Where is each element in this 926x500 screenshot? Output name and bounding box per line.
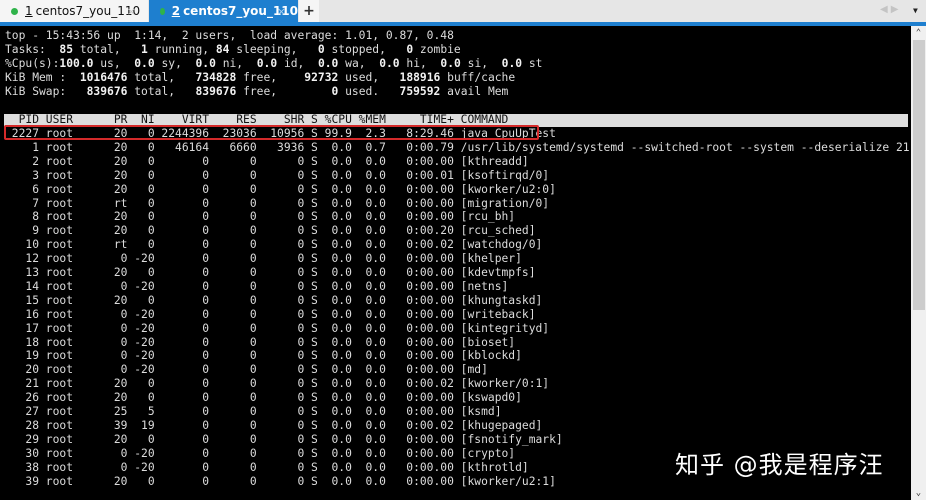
tab-menu-dropdown-icon[interactable]: ▼ [913,6,918,15]
tab-session-1[interactable]: 1 centos7_you_110 × [0,0,148,22]
uptime-line: top - 15:43:56 up 1:14, 2 users, load av… [5,29,454,42]
table-row: 38 root 0 -20 0 0 0 S 0.0 0.0 0:00.00 [k… [5,460,529,474]
scroll-thumb[interactable] [913,40,925,310]
connection-status-icon [160,7,165,15]
scroll-up-icon[interactable]: ⌃ [911,26,926,40]
table-row: 30 root 0 -20 0 0 0 S 0.0 0.0 0:00.00 [c… [5,446,516,460]
terminal-area[interactable]: top - 15:43:56 up 1:14, 2 users, load av… [0,26,911,500]
table-row: 26 root 20 0 0 0 0 S 0.0 0.0 0:00.00 [ks… [5,391,522,405]
mem-line: KiB Mem : 1016476 total, 734828 free, 92… [5,71,516,84]
table-row: 7 root rt 0 0 0 0 S 0.0 0.0 0:00.00 [mig… [5,196,550,210]
new-tab-button[interactable]: + [299,0,319,22]
table-row: 19 root 0 -20 0 0 0 S 0.0 0.0 0:00.00 [k… [5,349,522,363]
tab-scroll-arrows-icon[interactable]: ◀▶ [880,4,901,15]
tab-label: centos7_you_110 [35,4,141,18]
table-row: 9 root 20 0 0 0 0 S 0.0 0.0 0:00.20 [rcu… [5,224,536,238]
table-row: 17 root 0 -20 0 0 0 S 0.0 0.0 0:00.00 [k… [5,321,550,335]
table-row: 15 root 20 0 0 0 0 S 0.0 0.0 0:00.00 [kh… [5,293,543,307]
table-row: 21 root 20 0 0 0 0 S 0.0 0.0 0:00.02 [kw… [5,377,550,391]
table-row: 8 root 20 0 0 0 0 S 0.0 0.0 0:00.00 [rcu… [5,210,516,224]
close-icon[interactable]: × [277,5,286,18]
table-row: 2 root 20 0 0 0 0 S 0.0 0.0 0:00.00 [kth… [5,154,529,168]
connection-status-icon [11,7,18,15]
table-row: 14 root 0 -20 0 0 0 S 0.0 0.0 0:00.00 [n… [5,279,509,293]
watermark: 知乎 @我是程序汪 [675,451,884,479]
tasks-line: Tasks: 85 total, 1 running, 84 sleeping,… [5,43,461,56]
swap-line: KiB Swap: 839676 total, 839676 free, 0 u… [5,85,509,98]
table-row: 12 root 0 -20 0 0 0 S 0.0 0.0 0:00.00 [k… [5,252,522,266]
close-icon[interactable]: × [127,5,136,18]
scroll-down-icon[interactable]: ⌄ [911,486,926,500]
table-row: 29 root 20 0 0 0 0 S 0.0 0.0 0:00.00 [fs… [5,432,563,446]
table-row: 1 root 20 0 46164 6660 3936 S 0.0 0.7 0:… [5,140,910,154]
tab-number: 1 [25,4,33,18]
table-row: 16 root 0 -20 0 0 0 S 0.0 0.0 0:00.00 [w… [5,307,536,321]
tab-session-2[interactable]: 2 centos7_you_110 × [149,0,298,22]
table-row: 28 root 39 19 0 0 0 S 0.0 0.0 0:00.02 [k… [5,418,543,432]
vertical-scrollbar[interactable]: ⌃ ⌄ [911,26,926,500]
tab-bar: 1 centos7_you_110 × 2 centos7_you_110 × … [0,0,926,22]
table-row: 10 root rt 0 0 0 0 S 0.0 0.0 0:00.02 [wa… [5,238,543,252]
table-row: 27 root 25 5 0 0 0 S 0.0 0.0 0:00.00 [ks… [5,405,502,418]
table-row: 3 root 20 0 0 0 0 S 0.0 0.0 0:00.01 [kso… [5,168,550,182]
table-row: 20 root 0 -20 0 0 0 S 0.0 0.0 0:00.00 [m… [5,363,488,377]
table-row: 18 root 0 -20 0 0 0 S 0.0 0.0 0:00.00 [b… [5,335,516,349]
highlight-box [4,125,539,140]
cpu-line: %Cpu(s):100.0 us, 0.0 sy, 0.0 ni, 0.0 id… [5,57,543,70]
tab-number: 2 [171,4,181,18]
table-row: 39 root 20 0 0 0 0 S 0.0 0.0 0:00.00 [kw… [5,474,556,488]
table-row: 13 root 20 0 0 0 0 S 0.0 0.0 0:00.00 [kd… [5,266,536,279]
table-row: 6 root 20 0 0 0 0 S 0.0 0.0 0:00.00 [kwo… [5,182,556,196]
